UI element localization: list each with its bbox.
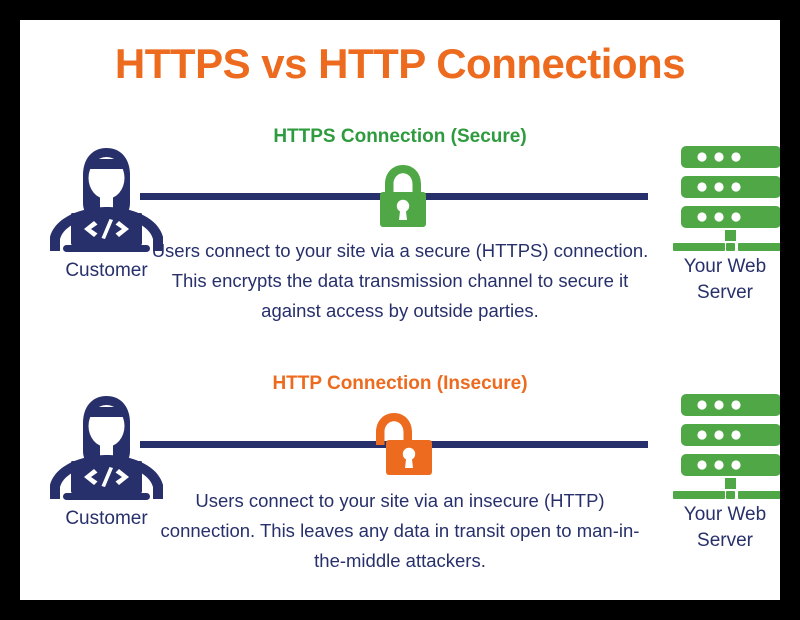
server-block-http: Your Web Server: [655, 392, 780, 554]
body-text-https: Users connect to your site via a secure …: [151, 240, 649, 321]
lock-open-icon: [376, 413, 432, 475]
server-label-http: Your Web Server: [683, 504, 767, 551]
web-server-icon: [673, 146, 780, 251]
infographic-frame: HTTPS vs HTTP Connections HTTPS Connecti…: [0, 0, 800, 620]
infographic-canvas: HTTPS vs HTTP Connections HTTPS Connecti…: [20, 20, 780, 600]
lock-closed-icon: [380, 165, 426, 227]
body-text-http: Users connect to your site via an insecu…: [160, 490, 640, 571]
server-block-https: Your Web Server: [655, 144, 780, 306]
server-label-https: Your Web Server: [683, 256, 767, 303]
web-server-icon: [673, 394, 780, 499]
page-title: HTTPS vs HTTP Connections: [114, 40, 686, 87]
